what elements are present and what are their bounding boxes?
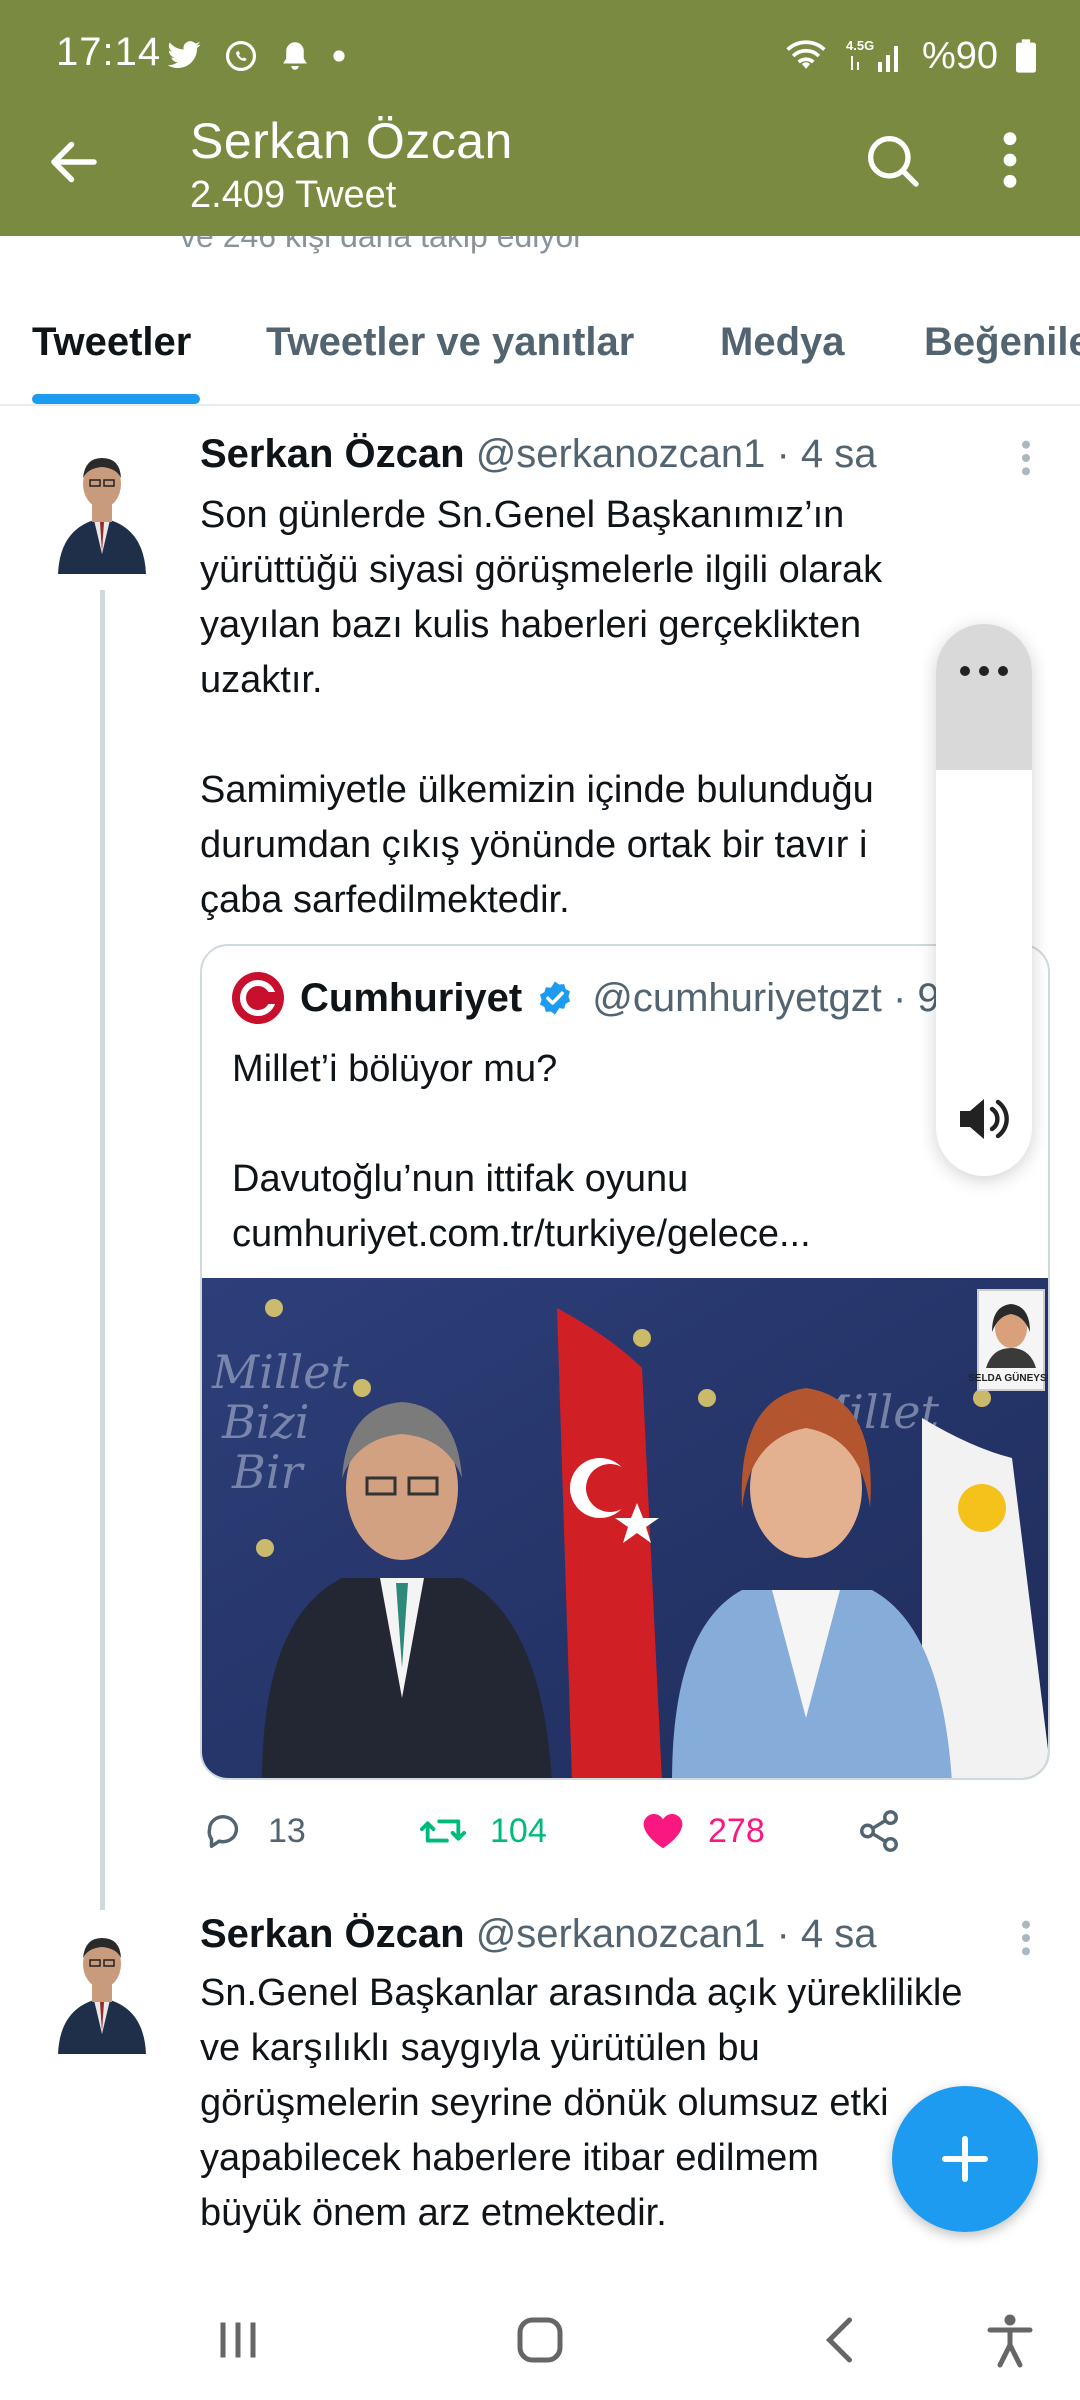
profile-tabs: Tweetler Tweetler ve yanıtlar Medya Beğe… xyxy=(0,300,1080,406)
author-name[interactable]: Serkan Özcan xyxy=(200,1912,465,1956)
author-name[interactable]: Serkan Özcan xyxy=(200,432,465,476)
profile-header: Serkan Özcan 2.409 Tweet xyxy=(0,108,1080,236)
svg-text:Bizi: Bizi xyxy=(221,1395,309,1449)
share-button[interactable] xyxy=(856,1808,902,1854)
notification-icons xyxy=(166,30,346,82)
like-button[interactable]: 278 xyxy=(640,1808,765,1854)
verified-badge-icon xyxy=(540,981,571,1015)
tab-media[interactable]: Medya xyxy=(720,320,845,365)
volume-level-fill xyxy=(936,624,1032,770)
status-bar: 17:14 4.5G %90 xyxy=(0,0,1080,108)
tweet-text: Son günlerde Sn.Genel Başkanımız’ın yürü… xyxy=(200,494,883,921)
more-options-icon[interactable] xyxy=(990,128,1030,192)
whatsapp-icon xyxy=(225,40,257,72)
status-time: 17:14 xyxy=(56,30,162,74)
twitter-bird-icon xyxy=(167,41,201,69)
system-navigation-bar xyxy=(0,2280,1080,2400)
retweet-count: 104 xyxy=(490,1811,547,1850)
reply-icon xyxy=(207,1815,239,1849)
app-bar: 17:14 4.5G %90 Serkan Özcan 2.409 Tweet xyxy=(0,0,1080,236)
quote-author-name: Cumhuriyet xyxy=(300,975,523,1020)
speaker-icon[interactable] xyxy=(956,1094,1012,1144)
signal-icon: 4.5G xyxy=(846,38,898,72)
like-count: 278 xyxy=(708,1811,765,1850)
tweet-header: Serkan Özcan @serkanozcan1 · 4 sa xyxy=(200,1912,877,1957)
cumhuriyet-logo-icon xyxy=(232,972,284,1024)
tweet-actions: 13 104 278 xyxy=(200,1808,920,1864)
tweet-more-icon[interactable] xyxy=(1016,1918,1036,1958)
author-handle: @serkanozcan1 · 4 sa xyxy=(475,1912,877,1956)
bell-icon xyxy=(283,42,307,70)
volume-slider-panel[interactable] xyxy=(936,624,1032,1176)
back-arrow-icon[interactable] xyxy=(44,132,104,192)
tab-tweets-and-replies[interactable]: Tweetler ve yanıtlar xyxy=(266,320,634,365)
retweet-icon xyxy=(419,1819,466,1843)
tweet-header: Serkan Özcan @serkanozcan1 · 4 sa xyxy=(200,432,877,477)
tweet-count: 2.409 Tweet xyxy=(190,174,397,216)
avatar[interactable] xyxy=(50,1914,154,2058)
compose-tweet-button[interactable] xyxy=(892,2086,1038,2232)
tab-tweets[interactable]: Tweetler xyxy=(32,320,191,365)
volume-more-options-icon[interactable] xyxy=(958,664,1010,678)
reply-count: 13 xyxy=(268,1811,306,1850)
heart-icon xyxy=(643,1814,683,1849)
tweet-more-icon[interactable] xyxy=(1016,438,1036,478)
network-type: 4.5G xyxy=(846,38,874,53)
inset-caption: SELDA GÜNEYSU xyxy=(968,1371,1050,1384)
avatar[interactable] xyxy=(50,434,154,578)
recent-apps-icon[interactable] xyxy=(208,2310,268,2370)
system-icons: 4.5G %90 xyxy=(784,30,1036,82)
svg-text:Millet: Millet xyxy=(211,1345,349,1399)
dot-icon xyxy=(333,50,345,62)
reply-button[interactable]: 13 xyxy=(200,1808,306,1854)
wifi-icon xyxy=(786,40,826,69)
profile-title: Serkan Özcan xyxy=(190,113,513,169)
quote-author-handle: @cumhuriyetgzt · 9 xyxy=(592,975,940,1020)
plus-icon xyxy=(942,2136,988,2182)
quote-photo[interactable]: MilletBiziBirMillet SELDA GÜNEYSU xyxy=(202,1278,1050,1780)
retweet-button[interactable]: 104 xyxy=(418,1808,547,1854)
tab-likes[interactable]: Beğenile xyxy=(924,320,1080,365)
author-handle: @serkanozcan1 · 4 sa xyxy=(475,432,877,476)
search-icon[interactable] xyxy=(860,128,924,192)
battery-icon xyxy=(1016,39,1036,73)
back-icon[interactable] xyxy=(812,2310,872,2370)
share-icon xyxy=(860,1810,898,1852)
quoted-tweet-card[interactable]: Cumhuriyet @cumhuriyetgzt · 9 Millet’i b… xyxy=(200,944,1050,1780)
quote-text: Millet’i bölüyor mu? Davutoğlu’nun ittif… xyxy=(232,1048,811,1255)
thread-connector xyxy=(100,590,105,1910)
quote-header: Cumhuriyet @cumhuriyetgzt · 9 xyxy=(232,972,940,1024)
active-tab-indicator xyxy=(32,394,200,404)
home-icon[interactable] xyxy=(510,2310,570,2370)
accessibility-icon[interactable] xyxy=(980,2310,1040,2370)
battery-percent: %90 xyxy=(921,34,998,77)
svg-text:Bir: Bir xyxy=(231,1445,306,1499)
